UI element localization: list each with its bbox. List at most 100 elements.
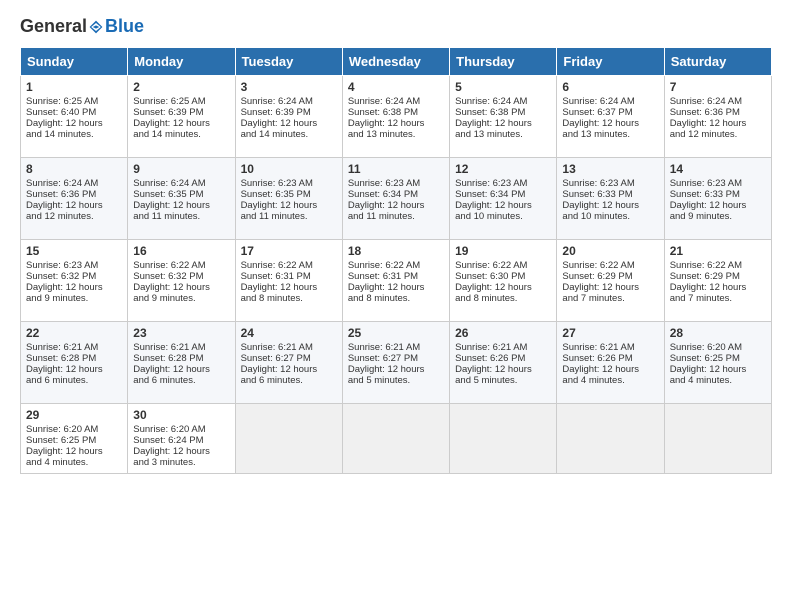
- sunset-label: Sunset: 6:35 PM: [241, 189, 311, 200]
- calendar-cell: 30 Sunrise: 6:20 AM Sunset: 6:24 PM Dayl…: [128, 404, 235, 474]
- daylight-label: Daylight: 12 hoursand 11 minutes.: [241, 200, 318, 222]
- day-number: 10: [241, 162, 337, 176]
- sunrise-label: Sunrise: 6:24 AM: [670, 96, 742, 107]
- sunset-label: Sunset: 6:30 PM: [455, 271, 525, 282]
- calendar-cell: 5 Sunrise: 6:24 AM Sunset: 6:38 PM Dayli…: [450, 76, 557, 158]
- day-number: 17: [241, 244, 337, 258]
- calendar-cell: 12 Sunrise: 6:23 AM Sunset: 6:34 PM Dayl…: [450, 158, 557, 240]
- sunrise-label: Sunrise: 6:22 AM: [348, 260, 420, 271]
- daylight-label: Daylight: 12 hoursand 3 minutes.: [133, 446, 210, 468]
- daylight-label: Daylight: 12 hoursand 4 minutes.: [26, 446, 103, 468]
- daylight-label: Daylight: 12 hoursand 7 minutes.: [670, 282, 747, 304]
- sunset-label: Sunset: 6:31 PM: [348, 271, 418, 282]
- calendar-cell: 11 Sunrise: 6:23 AM Sunset: 6:34 PM Dayl…: [342, 158, 449, 240]
- logo-icon: [88, 19, 104, 35]
- daylight-label: Daylight: 12 hoursand 13 minutes.: [348, 118, 425, 140]
- daylight-label: Daylight: 12 hoursand 4 minutes.: [562, 364, 639, 386]
- sunset-label: Sunset: 6:32 PM: [133, 271, 203, 282]
- day-number: 27: [562, 326, 658, 340]
- day-number: 5: [455, 80, 551, 94]
- sunrise-label: Sunrise: 6:24 AM: [241, 96, 313, 107]
- calendar-cell: 20 Sunrise: 6:22 AM Sunset: 6:29 PM Dayl…: [557, 240, 664, 322]
- calendar-cell: 1 Sunrise: 6:25 AM Sunset: 6:40 PM Dayli…: [21, 76, 128, 158]
- calendar-cell: 14 Sunrise: 6:23 AM Sunset: 6:33 PM Dayl…: [664, 158, 771, 240]
- calendar-header-row: Sunday Monday Tuesday Wednesday Thursday…: [21, 48, 772, 76]
- calendar-cell: 28 Sunrise: 6:20 AM Sunset: 6:25 PM Dayl…: [664, 322, 771, 404]
- sunrise-label: Sunrise: 6:22 AM: [133, 260, 205, 271]
- col-wednesday: Wednesday: [342, 48, 449, 76]
- calendar-cell: 6 Sunrise: 6:24 AM Sunset: 6:37 PM Dayli…: [557, 76, 664, 158]
- daylight-label: Daylight: 12 hoursand 11 minutes.: [133, 200, 210, 222]
- sunset-label: Sunset: 6:34 PM: [455, 189, 525, 200]
- sunset-label: Sunset: 6:37 PM: [562, 107, 632, 118]
- daylight-label: Daylight: 12 hoursand 6 minutes.: [26, 364, 103, 386]
- calendar-cell: 19 Sunrise: 6:22 AM Sunset: 6:30 PM Dayl…: [450, 240, 557, 322]
- sunset-label: Sunset: 6:38 PM: [348, 107, 418, 118]
- daylight-label: Daylight: 12 hoursand 12 minutes.: [670, 118, 747, 140]
- sunset-label: Sunset: 6:39 PM: [133, 107, 203, 118]
- calendar-cell: 13 Sunrise: 6:23 AM Sunset: 6:33 PM Dayl…: [557, 158, 664, 240]
- daylight-label: Daylight: 12 hoursand 6 minutes.: [133, 364, 210, 386]
- sunset-label: Sunset: 6:34 PM: [348, 189, 418, 200]
- daylight-label: Daylight: 12 hoursand 12 minutes.: [26, 200, 103, 222]
- sunset-label: Sunset: 6:27 PM: [241, 353, 311, 364]
- day-number: 18: [348, 244, 444, 258]
- daylight-label: Daylight: 12 hoursand 9 minutes.: [670, 200, 747, 222]
- daylight-label: Daylight: 12 hoursand 8 minutes.: [455, 282, 532, 304]
- sunrise-label: Sunrise: 6:25 AM: [133, 96, 205, 107]
- sunset-label: Sunset: 6:27 PM: [348, 353, 418, 364]
- day-number: 16: [133, 244, 229, 258]
- day-number: 19: [455, 244, 551, 258]
- sunset-label: Sunset: 6:31 PM: [241, 271, 311, 282]
- day-number: 25: [348, 326, 444, 340]
- sunset-label: Sunset: 6:36 PM: [26, 189, 96, 200]
- day-number: 4: [348, 80, 444, 94]
- sunset-label: Sunset: 6:29 PM: [562, 271, 632, 282]
- sunset-label: Sunset: 6:29 PM: [670, 271, 740, 282]
- col-friday: Friday: [557, 48, 664, 76]
- sunrise-label: Sunrise: 6:20 AM: [133, 424, 205, 435]
- calendar-cell: 25 Sunrise: 6:21 AM Sunset: 6:27 PM Dayl…: [342, 322, 449, 404]
- calendar-cell: 7 Sunrise: 6:24 AM Sunset: 6:36 PM Dayli…: [664, 76, 771, 158]
- col-saturday: Saturday: [664, 48, 771, 76]
- sunrise-label: Sunrise: 6:20 AM: [670, 342, 742, 353]
- day-number: 21: [670, 244, 766, 258]
- calendar-cell: 21 Sunrise: 6:22 AM Sunset: 6:29 PM Dayl…: [664, 240, 771, 322]
- sunset-label: Sunset: 6:26 PM: [455, 353, 525, 364]
- logo-general: General: [20, 16, 87, 37]
- sunrise-label: Sunrise: 6:24 AM: [562, 96, 634, 107]
- calendar-cell: 2 Sunrise: 6:25 AM Sunset: 6:39 PM Dayli…: [128, 76, 235, 158]
- calendar-cell: [235, 404, 342, 474]
- sunrise-label: Sunrise: 6:23 AM: [562, 178, 634, 189]
- sunset-label: Sunset: 6:28 PM: [26, 353, 96, 364]
- sunrise-label: Sunrise: 6:23 AM: [241, 178, 313, 189]
- day-number: 3: [241, 80, 337, 94]
- day-number: 20: [562, 244, 658, 258]
- col-sunday: Sunday: [21, 48, 128, 76]
- sunrise-label: Sunrise: 6:22 AM: [562, 260, 634, 271]
- daylight-label: Daylight: 12 hoursand 14 minutes.: [26, 118, 103, 140]
- logo-blue: Blue: [105, 16, 144, 37]
- day-number: 6: [562, 80, 658, 94]
- sunrise-label: Sunrise: 6:24 AM: [455, 96, 527, 107]
- calendar-cell: 22 Sunrise: 6:21 AM Sunset: 6:28 PM Dayl…: [21, 322, 128, 404]
- col-thursday: Thursday: [450, 48, 557, 76]
- day-number: 15: [26, 244, 122, 258]
- calendar-cell: 3 Sunrise: 6:24 AM Sunset: 6:39 PM Dayli…: [235, 76, 342, 158]
- sunset-label: Sunset: 6:25 PM: [670, 353, 740, 364]
- sunset-label: Sunset: 6:32 PM: [26, 271, 96, 282]
- logo: General Blue: [20, 16, 144, 37]
- calendar-cell: 29 Sunrise: 6:20 AM Sunset: 6:25 PM Dayl…: [21, 404, 128, 474]
- col-tuesday: Tuesday: [235, 48, 342, 76]
- day-number: 22: [26, 326, 122, 340]
- sunrise-label: Sunrise: 6:21 AM: [241, 342, 313, 353]
- day-number: 13: [562, 162, 658, 176]
- sunrise-label: Sunrise: 6:21 AM: [133, 342, 205, 353]
- calendar-cell: 9 Sunrise: 6:24 AM Sunset: 6:35 PM Dayli…: [128, 158, 235, 240]
- sunset-label: Sunset: 6:40 PM: [26, 107, 96, 118]
- day-number: 1: [26, 80, 122, 94]
- calendar-cell: [450, 404, 557, 474]
- sunset-label: Sunset: 6:38 PM: [455, 107, 525, 118]
- sunrise-label: Sunrise: 6:22 AM: [670, 260, 742, 271]
- col-monday: Monday: [128, 48, 235, 76]
